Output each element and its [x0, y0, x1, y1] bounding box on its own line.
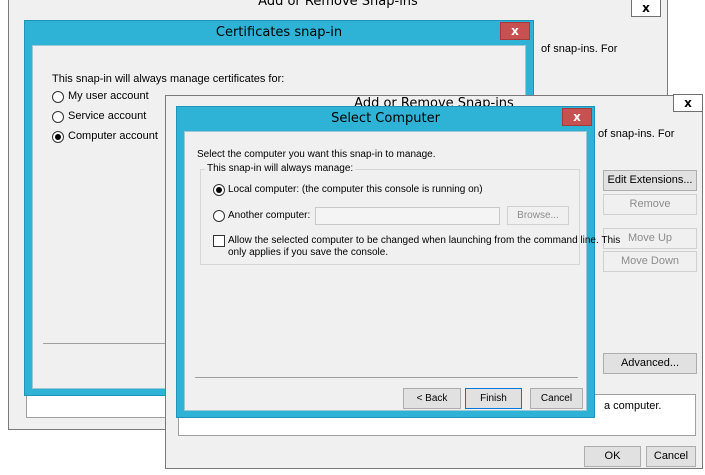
another-computer-label: Another computer: — [228, 210, 311, 221]
cancel-button[interactable]: Cancel — [530, 388, 583, 409]
allow-change-label-line1: Allow the selected computer to be change… — [228, 235, 621, 246]
my-user-account-label: My user account — [68, 90, 149, 102]
description-text: a computer. — [604, 400, 662, 412]
back-button[interactable]: < Back — [403, 388, 461, 409]
group-label: This snap-in will always manage: — [205, 163, 356, 174]
footer-divider — [195, 377, 578, 378]
computer-account-radio[interactable] — [52, 131, 64, 143]
dialog-title: Select Computer — [331, 111, 440, 126]
window-title: Add or Remove Snap-ins — [258, 0, 418, 9]
close-button[interactable]: x — [673, 94, 703, 112]
close-button[interactable]: x — [500, 22, 530, 40]
manage-certificates-prompt: This snap-in will always manage certific… — [52, 73, 285, 85]
select-computer-dialog: Select Computer x Select the computer yo… — [176, 106, 620, 418]
ok-button[interactable]: OK — [584, 446, 641, 467]
instruction-text: Select the computer you want this snap-i… — [197, 149, 436, 160]
dialog-body: Select the computer you want this snap-i… — [184, 131, 620, 411]
computer-name-input[interactable] — [315, 207, 500, 225]
my-user-account-radio[interactable] — [52, 91, 64, 103]
move-down-button[interactable]: Move Down — [603, 251, 697, 272]
allow-change-checkbox[interactable] — [213, 235, 225, 247]
advanced-button[interactable]: Advanced... — [603, 353, 697, 374]
dialog-title: Certificates snap-in — [215, 25, 343, 40]
allow-change-label-line2: only applies if you save the console. — [228, 247, 389, 258]
computer-account-label: Computer account — [68, 130, 158, 142]
manage-group: This snap-in will always manage: Local c… — [200, 163, 620, 265]
service-account-radio[interactable] — [52, 111, 64, 123]
footer-divider — [43, 343, 173, 344]
local-computer-label: Local computer: (the computer this conso… — [228, 184, 483, 195]
browse-button[interactable]: Browse... — [507, 206, 569, 225]
remove-button[interactable]: Remove — [603, 194, 697, 215]
snapins-description: of snap-ins. For — [541, 43, 618, 55]
close-button[interactable]: x — [562, 108, 592, 126]
another-computer-radio[interactable] — [213, 210, 225, 222]
finish-button[interactable]: Finish — [465, 388, 522, 409]
snapins-description: of snap-ins. For — [598, 128, 675, 140]
local-computer-radio[interactable] — [213, 184, 225, 196]
service-account-label: Service account — [68, 110, 147, 122]
close-button[interactable]: x — [631, 0, 661, 17]
edit-extensions-button[interactable]: Edit Extensions... — [603, 170, 697, 191]
cancel-button[interactable]: Cancel — [646, 446, 696, 467]
